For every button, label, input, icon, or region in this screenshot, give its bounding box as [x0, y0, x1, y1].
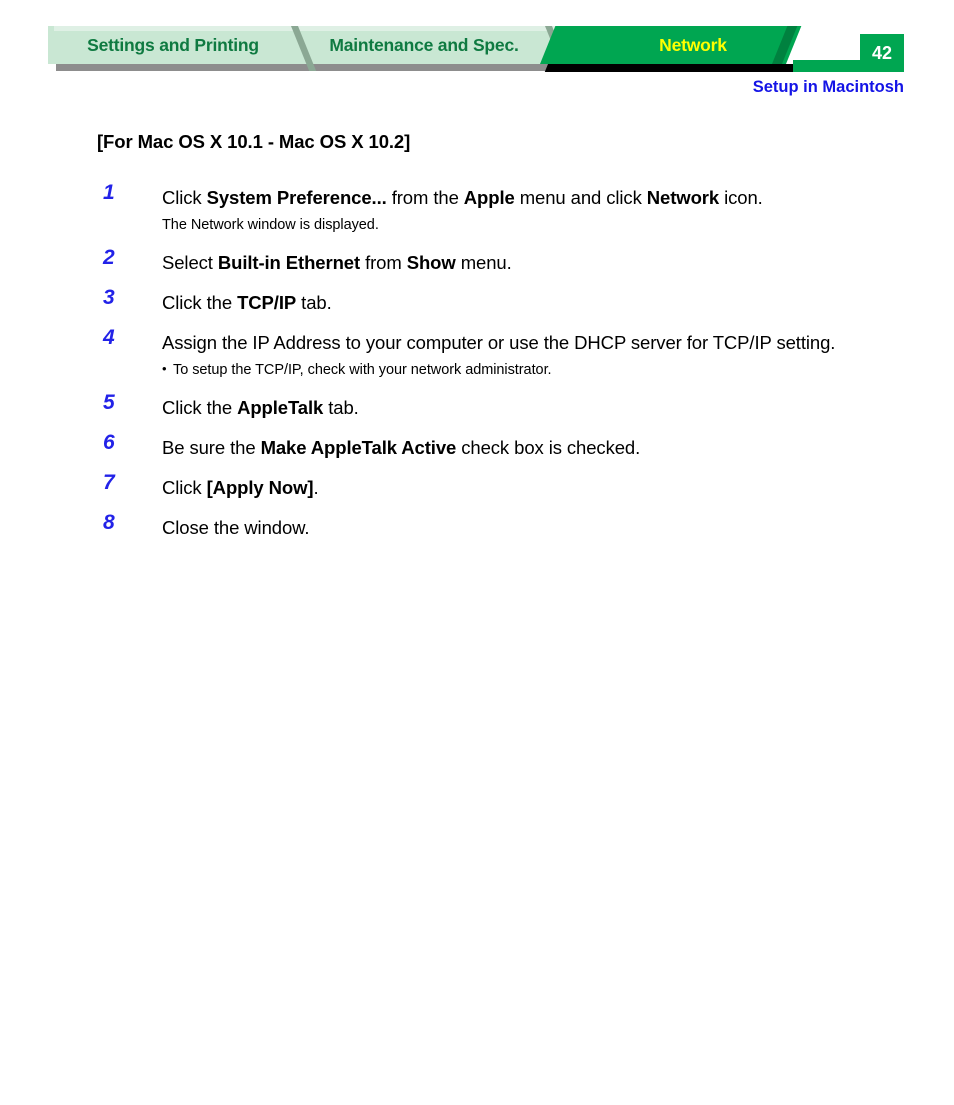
step-text-run: Close the window.: [162, 517, 310, 538]
step-text-run: menu and click: [514, 187, 647, 208]
step-number: 5: [103, 391, 115, 414]
step-number: 2: [103, 246, 115, 269]
step-number: 3: [103, 286, 115, 309]
step-number: 1: [103, 181, 115, 204]
step-text-emphasis: TCP/IP: [237, 292, 297, 313]
step-text-emphasis: Network: [646, 187, 720, 208]
step-number: 7: [103, 471, 115, 494]
step-text-run: Select: [162, 252, 218, 273]
tab-maintenance-and-spec[interactable]: Maintenance and Spec.: [306, 26, 542, 64]
inactive-tabs-shadow: [56, 64, 578, 71]
step-text-run: Click: [162, 477, 207, 498]
step-text-run: check box is checked.: [456, 437, 641, 458]
step-item: 5 Click the AppleTalk tab.: [97, 391, 917, 423]
step-item: 7 Click [Apply Now].: [97, 471, 917, 503]
step-text: Click System Preference... from the Appl…: [162, 183, 917, 213]
step-note-bullet: To setup the TCP/IP, check with your net…: [162, 358, 917, 381]
steps-list: 1 Click System Preference... from the App…: [97, 181, 917, 543]
step-text-run: Be sure the: [162, 437, 261, 458]
step-text-emphasis: Show: [406, 252, 456, 273]
step-text-emphasis: System Preference...: [206, 187, 387, 208]
step-text-run: Assign the IP Address to your computer o…: [162, 332, 836, 353]
step-number: 6: [103, 431, 115, 454]
step-item: 4 Assign the IP Address to your computer …: [97, 326, 917, 381]
step-text-run: icon.: [719, 187, 763, 208]
step-text-run: .: [313, 477, 319, 498]
step-note: The Network window is displayed.: [162, 217, 379, 233]
tab-network[interactable]: Network: [608, 26, 778, 64]
step-number: 8: [103, 511, 115, 534]
step-text: Click the TCP/IP tab.: [162, 288, 917, 318]
step-text-emphasis: [Apply Now]: [206, 477, 314, 498]
step-text-emphasis: AppleTalk: [237, 397, 324, 418]
step-text: Click the AppleTalk tab.: [162, 393, 917, 423]
step-item: 2 Select Built-in Ethernet from Show menu…: [97, 246, 917, 278]
step-text-run: tab.: [296, 292, 332, 313]
step-text-emphasis: Built-in Ethernet: [217, 252, 361, 273]
step-text-run: from: [360, 252, 407, 273]
step-text-run: Click the: [162, 292, 238, 313]
content-area: [For Mac OS X 10.1 - Mac OS X 10.2] 1 Cli…: [97, 131, 917, 553]
page-subtitle: Setup in Macintosh: [752, 78, 904, 96]
step-number: 4: [103, 326, 115, 349]
step-item: 6 Be sure the Make AppleTalk Active check…: [97, 431, 917, 463]
step-text-emphasis: Apple: [463, 187, 515, 208]
step-text-emphasis: Make AppleTalk Active: [260, 437, 457, 458]
step-text-run: Click the: [162, 397, 238, 418]
step-text-run: from the: [386, 187, 464, 208]
step-item: 3 Click the TCP/IP tab.: [97, 286, 917, 318]
step-text: Click [Apply Now].: [162, 473, 917, 503]
step-text: Select Built-in Ethernet from Show menu.: [162, 248, 917, 278]
page-header: 42 Settings and Printing Maintenance and…: [48, 26, 904, 72]
step-text-run: menu.: [455, 252, 512, 273]
section-heading: [For Mac OS X 10.1 - Mac OS X 10.2]: [97, 131, 411, 152]
tab-settings-and-printing[interactable]: Settings and Printing: [58, 26, 288, 64]
active-tab-shadow: [544, 64, 800, 72]
page-number-badge: 42: [860, 34, 904, 72]
step-text: Close the window.: [162, 513, 917, 543]
step-text: Be sure the Make AppleTalk Active check …: [162, 433, 917, 463]
step-text-run: tab.: [323, 397, 359, 418]
step-item: 8 Close the window.: [97, 511, 917, 543]
step-text-run: Click: [162, 187, 207, 208]
step-item: 1 Click System Preference... from the App…: [97, 181, 917, 236]
step-text: Assign the IP Address to your computer o…: [162, 328, 917, 358]
